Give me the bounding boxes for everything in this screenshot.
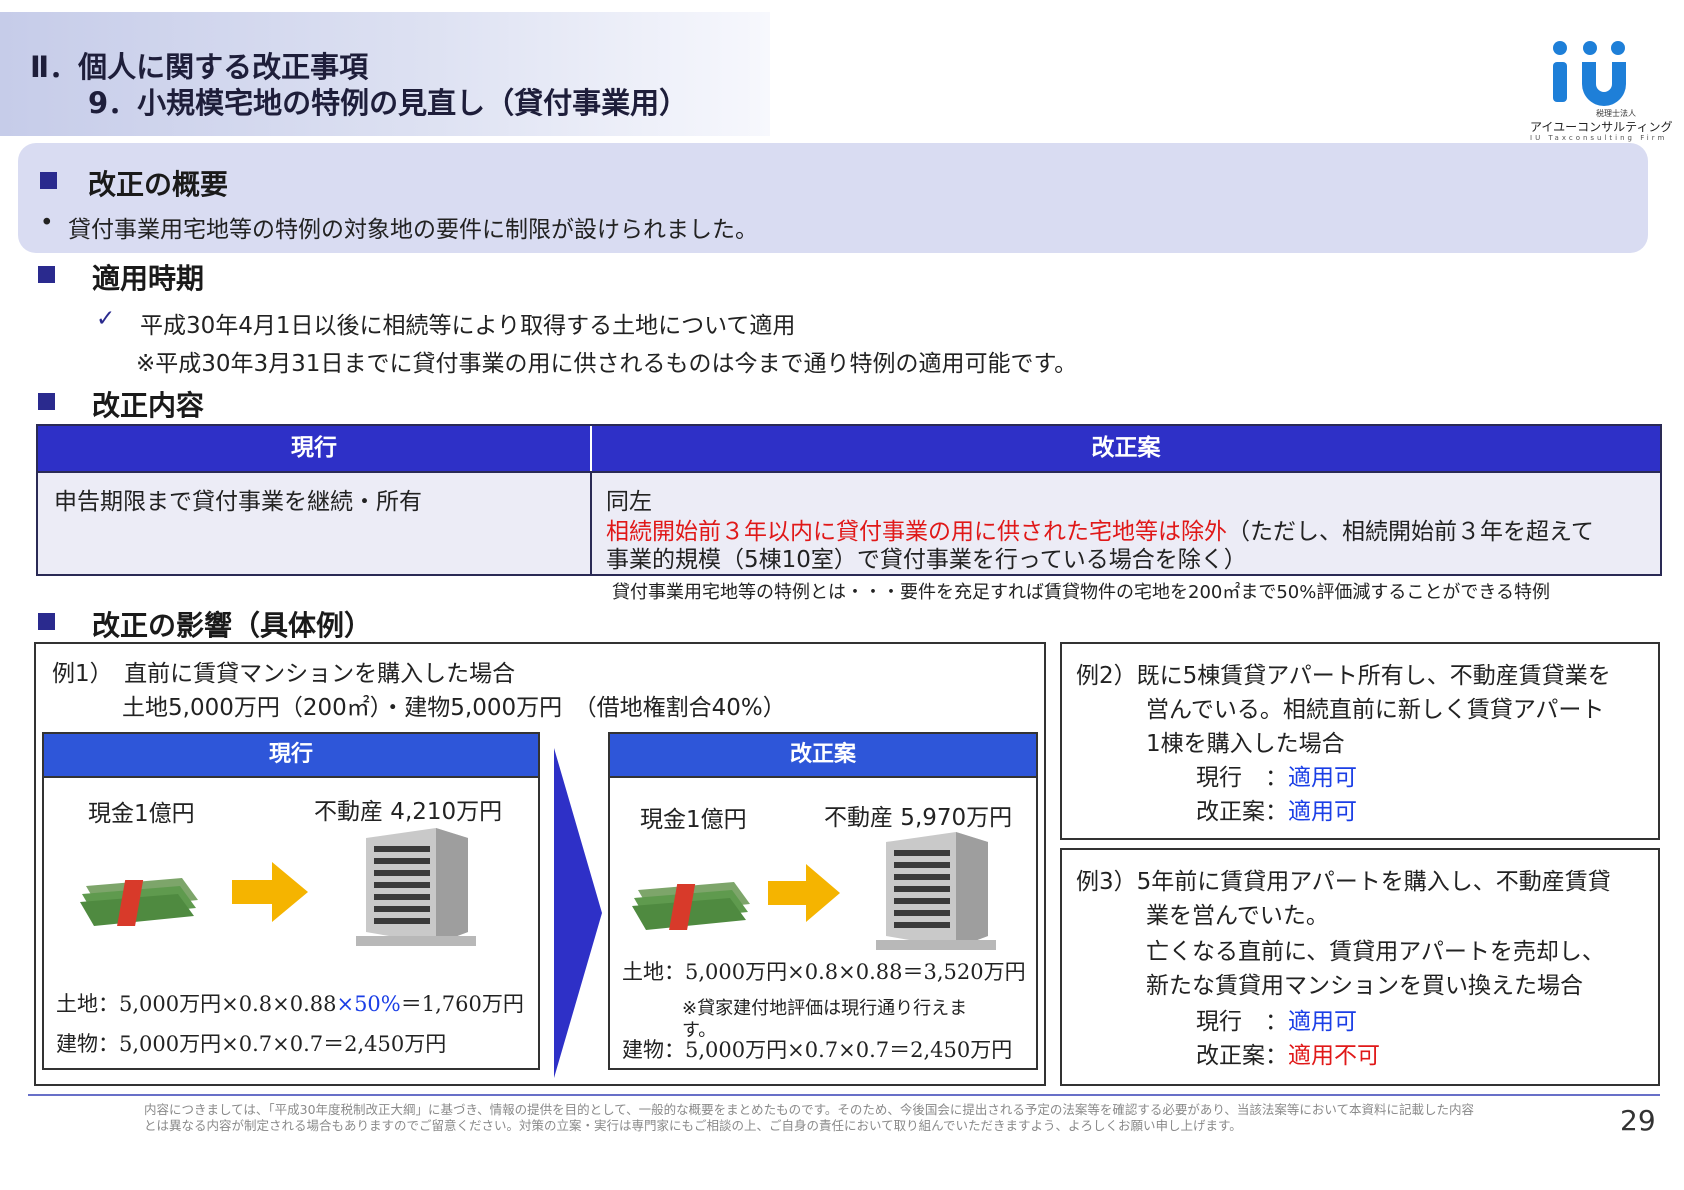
- ex3-current: 現行 ：適用可: [1196, 1002, 1357, 1036]
- ex3-revised-label: 改正案：: [1196, 1043, 1288, 1069]
- chevron-right-icon: [554, 748, 602, 1078]
- arrow-right-icon: [768, 864, 840, 922]
- impact-heading: 改正の影響（具体例）: [92, 609, 373, 642]
- section-bullet-icon: [38, 613, 55, 630]
- section-bullet-icon: [40, 172, 57, 189]
- check-icon: ✓: [96, 306, 116, 332]
- content-heading: 改正内容: [92, 389, 205, 422]
- ex2-line2: 営んでいる。相続直前に新しく賃貸アパート: [1146, 697, 1605, 723]
- ex1-current-estate: 不動産 4,210万円: [314, 799, 503, 825]
- overview-heading: 改正の概要: [88, 168, 229, 201]
- bullet-dot-icon: •: [40, 210, 54, 236]
- ex3-line2: 業を営んでいた。: [1146, 903, 1329, 929]
- ex1-revised-header: 改正案: [610, 734, 1036, 778]
- footer-divider: [28, 1094, 1660, 1096]
- ex2-revised: 改正案：適用可: [1196, 792, 1357, 826]
- ex1-current-building: 建物：5,000万円×0.7×0.7＝2,450万円: [56, 1032, 447, 1056]
- page-subtitle: 9．小規模宅地の特例の見直し（貸付事業用）: [88, 86, 689, 120]
- ex2-current-label: 現行 ：: [1196, 765, 1288, 791]
- ex1-current-land: 土地：5,000万円×0.8×0.88×50%＝1,760万円: [56, 988, 524, 1018]
- revised-rest-text: （ただし、相続開始前３年を超えて: [1227, 519, 1594, 545]
- logo-sub: IU Taxconsulting Firm: [1530, 134, 1668, 142]
- ex2-revised-value: 適用可: [1288, 799, 1357, 825]
- table-header-revised: 改正案: [592, 426, 1660, 471]
- money-icon: [632, 882, 750, 930]
- ex1-revised-note-1: ※貸家建付地評価は現行通り行えま: [682, 998, 968, 1019]
- timing-note: ※平成30年3月31日までに貸付事業の用に供されるものは今まで通り特例の適用可能…: [136, 351, 1078, 377]
- ex3-line3: 亡くなる直前に、賃貸用アパートを売却し、: [1146, 939, 1605, 965]
- ex1-revised-land: 土地：5,000万円×0.8×0.88＝3,520万円: [622, 960, 1026, 984]
- footer-disclaimer-1: 内容につきましては、「平成30年度税制改正大綱」に基づき、情報の提供を目的として…: [144, 1102, 1475, 1117]
- section-bullet-icon: [38, 393, 55, 410]
- table-divider: [590, 471, 592, 574]
- ex2-line1: 例2）既に5棟賃貸アパート所有し、不動産賃貸業を: [1076, 663, 1611, 689]
- ex2-revised-label: 改正案：: [1196, 799, 1288, 825]
- ex3-line4: 新たな賃貸用マンションを買い換えた場合: [1146, 973, 1583, 999]
- company-logo: 税理士法人 アイユーコンサルティング IU Taxconsulting Firm: [1526, 36, 1672, 146]
- ex2-current-value: 適用可: [1288, 765, 1357, 791]
- example3-box: 例3）5年前に賃貸用アパートを購入し、不動産賃貸 業を営んでいた。 亡くなる直前…: [1060, 848, 1660, 1086]
- table-cell-revised-3: 事業的規模（5棟10室）で貸付事業を行っている場合を除く）: [606, 547, 1247, 573]
- table-divider: [38, 471, 1660, 473]
- table-cell-current: 申告期限まで貸付事業を継続・所有: [54, 489, 422, 515]
- overview-text: 貸付事業用宅地等の特例の対象地の要件に制限が設けられました。: [68, 217, 758, 243]
- ex1-revised-panel: 改正案 現金1億円 不動産 5,970万円 土地：5,000万円×0.8×0.8…: [608, 732, 1038, 1070]
- ex1-current-land-post: ＝1,760万円: [400, 992, 524, 1016]
- ex2-line3: 1棟を購入した場合: [1146, 731, 1345, 757]
- ex1-current-land-pre: 土地：5,000万円×0.8×0.88: [56, 992, 337, 1016]
- timing-heading: 適用時期: [92, 262, 205, 295]
- table-cell-revised-1: 同左: [606, 489, 652, 515]
- ex3-line1: 例3）5年前に賃貸用アパートを購入し、不動産賃貸: [1076, 869, 1611, 895]
- ex2-current: 現行 ：適用可: [1196, 758, 1357, 792]
- logo-name: アイユーコンサルティング: [1530, 120, 1673, 134]
- timing-text: 平成30年4月1日以後に相続等により取得する土地について適用: [140, 313, 796, 339]
- example1-title: 例1） 直前に賃貸マンションを購入した場合: [52, 661, 516, 687]
- ex1-revised-estate: 不動産 5,970万円: [824, 805, 1013, 831]
- ex1-current-panel: 現行 現金1億円 不動産 4,210万円 土地：5,000万円×0.8×0.88…: [42, 732, 540, 1070]
- money-icon: [80, 878, 198, 926]
- ex1-current-header: 現行: [44, 734, 538, 778]
- table-header-current: 現行: [38, 426, 592, 471]
- ex1-current-cash: 現金1億円: [88, 801, 195, 827]
- example2-box: 例2）既に5棟賃貸アパート所有し、不動産賃貸業を 営んでいる。相続直前に新しく賃…: [1060, 642, 1660, 840]
- example1-subtitle: 土地5,000万円（200㎡）・建物5,000万円 （借地権割合40%）: [122, 695, 786, 721]
- comparison-table: 現行 改正案 申告期限まで貸付事業を継続・所有 同左 相続開始前３年以内に貸付事…: [36, 424, 1662, 576]
- ex1-revised-building: 建物：5,000万円×0.7×0.7＝2,450万円: [622, 1038, 1013, 1062]
- ex3-revised: 改正案：適用不可: [1196, 1036, 1380, 1070]
- table-footnote: 貸付事業用宅地等の特例とは・・・要件を充足すれば賃貸物件の宅地を200㎡まで50…: [612, 582, 1550, 603]
- footer-disclaimer-2: とは異なる内容が制定される場合もありますのでご留意ください。対策の立案・実行は専…: [144, 1118, 1242, 1133]
- arrow-right-icon: [232, 862, 308, 922]
- page-number: 29: [1620, 1104, 1656, 1137]
- section-bullet-icon: [38, 266, 55, 283]
- building-icon: [356, 828, 476, 946]
- ex1-revised-cash: 現金1億円: [640, 807, 747, 833]
- ex3-current-label: 現行 ：: [1196, 1009, 1288, 1035]
- ex1-current-land-blue: ×50%: [336, 992, 401, 1016]
- ex3-revised-value: 適用不可: [1288, 1043, 1380, 1069]
- building-icon: [876, 832, 996, 950]
- ex3-current-value: 適用可: [1288, 1009, 1357, 1035]
